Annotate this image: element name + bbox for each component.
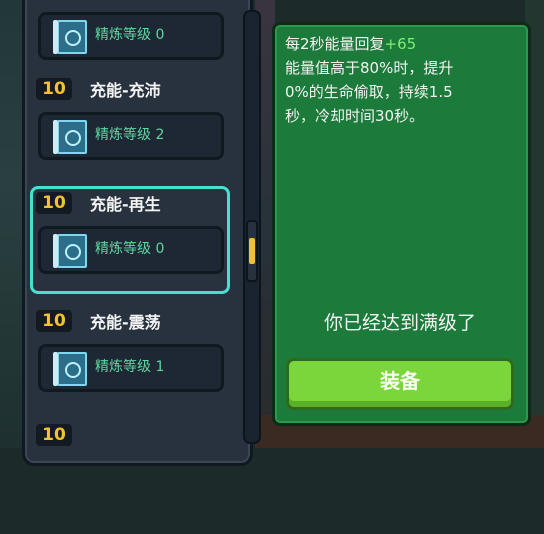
refine-box: 精炼等级 0 [38, 12, 224, 60]
refine-level-label: 精炼等级 2 [95, 127, 165, 143]
max-level-notice: 你已经达到满级了 [323, 312, 476, 334]
refine-box: 精炼等级 1 [38, 344, 224, 392]
level-badge: 10 [36, 78, 72, 100]
level-badge: 10 [36, 310, 72, 332]
refine-box: 精炼等级 2 [38, 112, 224, 160]
description-line-1: 每2秒能量回复+65 [285, 35, 417, 53]
level-badge: 10 [36, 192, 72, 214]
refine-level-label: 精炼等级 1 [95, 359, 165, 375]
description-line-2: 能量值高于80%时，提升 [285, 59, 454, 77]
list-item-selected[interactable]: 10 充能-再生 精炼等级 0 [30, 186, 240, 302]
blueprint-icon [53, 234, 87, 268]
list-item[interactable]: 10 充能-震荡 精炼等级 1 [30, 304, 240, 420]
equip-button[interactable]: 装备 [286, 358, 514, 410]
item-name: 充能-震荡 [90, 313, 161, 332]
item-name: 充能-再生 [90, 195, 161, 214]
blueprint-icon [53, 120, 87, 154]
list-item[interactable]: 10 充能-充沛 精炼等级 2 [30, 72, 240, 188]
energy-gain-value: +65 [384, 35, 417, 53]
list-item[interactable]: 10 [30, 418, 240, 534]
effect-description: 每2秒能量回复+65 能量值高于80%时，提升 0%的生命偷取，持续1.5 秒，… [285, 32, 515, 128]
refine-level-label: 精炼等级 0 [95, 241, 165, 257]
scrollbar-thumb[interactable] [246, 220, 258, 282]
level-badge: 10 [36, 424, 72, 446]
description-line-4: 秒，冷却时间30秒。 [285, 107, 425, 125]
blueprint-icon [53, 20, 87, 54]
item-name: 充能-充沛 [90, 81, 161, 100]
refine-box: 精炼等级 0 [38, 226, 224, 274]
refine-level-label: 精炼等级 0 [95, 27, 165, 43]
description-line-3: 0%的生命偷取，持续1.5 [285, 83, 453, 101]
blueprint-icon [53, 352, 87, 386]
